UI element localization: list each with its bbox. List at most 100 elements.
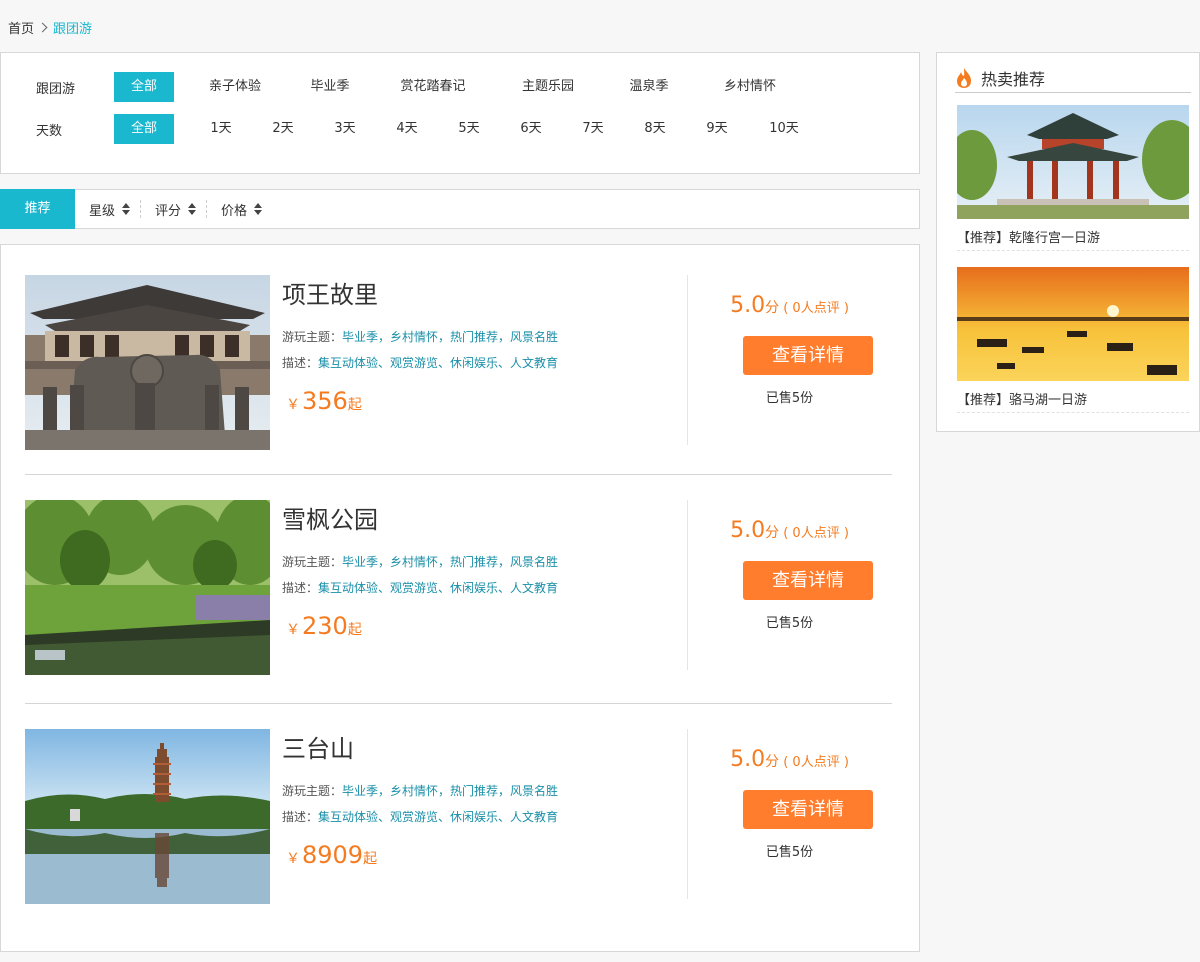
- sort-arrows-icon: [188, 202, 197, 216]
- product-title[interactable]: 项王故里: [282, 275, 378, 310]
- filter-type-option[interactable]: 乡村情怀: [704, 72, 796, 102]
- sidebar-title: 热卖推荐: [981, 69, 1046, 89]
- view-details-button[interactable]: 查看详情: [743, 790, 873, 829]
- product-score: 5.0分 ( 0人点评 ): [687, 293, 892, 318]
- product-theme: 游玩主题：毕业季，乡村情怀，热门推荐，风景名胜: [282, 782, 558, 799]
- desc-value: 集互动体验、观赏游览、休闲娱乐、人文教育: [318, 581, 559, 595]
- score-value: 5.0: [730, 747, 766, 772]
- product-desc: 描述：集互动体验、观赏游览、休闲娱乐、人文教育: [282, 579, 558, 596]
- theme-label: 游玩主题：: [282, 784, 343, 798]
- score-unit: 分: [765, 754, 780, 770]
- filter-type-option[interactable]: 主题乐园: [502, 72, 594, 102]
- hot-recommend-sidebar: 热卖推荐 【推荐】乾隆行宫一日游 【推荐】骆马湖一日游: [936, 52, 1200, 432]
- desc-label: 描述：: [282, 356, 319, 370]
- desc-label: 描述：: [282, 810, 319, 824]
- product-title[interactable]: 三台山: [282, 729, 354, 764]
- hot-item-image[interactable]: [957, 267, 1189, 381]
- filter-row-days: 天数 全部 1天 2天 3天 4天 5天 6天 7天 8天 9天 10天: [1, 114, 804, 144]
- breadcrumb-current[interactable]: 跟团游: [53, 18, 92, 37]
- product-desc: 描述：集互动体验、观赏游览、休闲娱乐、人文教育: [282, 354, 558, 371]
- desc-value: 集互动体验、观赏游览、休闲娱乐、人文教育: [318, 356, 559, 370]
- product-title[interactable]: 雪枫公园: [282, 500, 378, 535]
- filter-label-type: 跟团游: [36, 81, 76, 97]
- filter-days-option[interactable]: 10天: [764, 114, 804, 144]
- review-count: ( 0人点评 ): [783, 755, 849, 770]
- sort-rating-button[interactable]: 评分: [141, 200, 208, 219]
- theme-label: 游玩主题：: [282, 555, 343, 569]
- hot-item[interactable]: 【推荐】骆马湖一日游: [957, 267, 1189, 413]
- score-value: 5.0: [730, 293, 766, 318]
- product-price: ￥ 8909 起: [286, 841, 377, 869]
- sort-arrows-icon: [254, 202, 263, 216]
- filter-days-option[interactable]: 3天: [298, 114, 392, 144]
- filter-days-option[interactable]: 4天: [392, 114, 422, 144]
- hot-item[interactable]: 【推荐】乾隆行宫一日游: [957, 105, 1189, 251]
- view-details-button[interactable]: 查看详情: [743, 561, 873, 600]
- breadcrumb-home-link[interactable]: 首页: [8, 18, 34, 37]
- filter-label-days: 天数: [36, 123, 63, 139]
- hot-item-caption[interactable]: 【推荐】乾隆行宫一日游: [957, 227, 1189, 251]
- breadcrumb: 首页 跟团游: [8, 18, 92, 37]
- product-image-santaishan[interactable]: [25, 729, 270, 904]
- theme-value: 毕业季，乡村情怀，热门推荐，风景名胜: [342, 330, 559, 344]
- score-unit: 分: [765, 300, 780, 316]
- price-currency: ￥: [286, 851, 300, 867]
- sort-bar: 推荐 星级 评分 价格: [0, 188, 920, 229]
- theme-label: 游玩主题：: [282, 330, 343, 344]
- review-count: ( 0人点评 ): [783, 301, 849, 316]
- price-currency: ￥: [286, 622, 300, 638]
- sold-count: 已售5份: [765, 391, 814, 406]
- sold-count: 已售5份: [765, 616, 814, 631]
- product-item: 三台山 游玩主题：毕业季，乡村情怀，热门推荐，风景名胜 描述：集互动体验、观赏游…: [25, 729, 892, 905]
- chevron-right-icon: [37, 22, 48, 32]
- filter-days-option[interactable]: 9天: [670, 114, 764, 144]
- filter-type-option[interactable]: 毕业季: [296, 72, 364, 102]
- filter-days-option[interactable]: 2天: [268, 114, 298, 144]
- score-unit: 分: [765, 525, 780, 541]
- filter-panel: 跟团游 全部 亲子体验 毕业季 赏花踏春记 主题乐园 温泉季 乡村情怀 天数 全…: [0, 52, 920, 174]
- product-image-xuefeng[interactable]: [25, 500, 270, 675]
- product-score: 5.0分 ( 0人点评 ): [687, 518, 892, 543]
- product-theme: 游玩主题：毕业季，乡村情怀，热门推荐，风景名胜: [282, 328, 558, 345]
- theme-value: 毕业季，乡村情怀，热门推荐，风景名胜: [342, 784, 559, 798]
- sold-count: 已售5份: [765, 845, 814, 860]
- score-value: 5.0: [730, 518, 766, 543]
- sort-arrows-icon: [122, 202, 131, 216]
- hot-item-caption[interactable]: 【推荐】骆马湖一日游: [957, 389, 1189, 413]
- view-details-button[interactable]: 查看详情: [743, 336, 873, 375]
- product-image-xiangwang[interactable]: [25, 275, 270, 450]
- price-value: 230: [302, 612, 348, 640]
- product-score: 5.0分 ( 0人点评 ): [687, 747, 892, 772]
- price-suffix: 起: [347, 622, 362, 638]
- filter-type-all[interactable]: 全部: [114, 72, 174, 102]
- filter-days-option[interactable]: 1天: [174, 114, 268, 144]
- desc-value: 集互动体验、观赏游览、休闲娱乐、人文教育: [318, 810, 559, 824]
- filter-days-option[interactable]: 6天: [516, 114, 546, 144]
- hot-item-image[interactable]: [957, 105, 1189, 219]
- filter-row-type: 跟团游 全部 亲子体验 毕业季 赏花踏春记 主题乐园 温泉季 乡村情怀: [1, 72, 796, 102]
- price-suffix: 起: [347, 397, 362, 413]
- product-item: 项王故里 游玩主题：毕业季，乡村情怀，热门推荐，风景名胜 描述：集互动体验、观赏…: [25, 275, 892, 475]
- sort-price-label: 价格: [221, 203, 248, 219]
- price-currency: ￥: [286, 397, 300, 413]
- price-value: 356: [302, 387, 348, 415]
- filter-days-option[interactable]: 8天: [640, 114, 670, 144]
- filter-days-option[interactable]: 5天: [422, 114, 516, 144]
- review-count: ( 0人点评 ): [783, 526, 849, 541]
- sort-star-label: 星级: [89, 203, 116, 219]
- filter-days-all[interactable]: 全部: [114, 114, 174, 144]
- product-price: ￥ 230 起: [286, 612, 362, 640]
- product-desc: 描述：集互动体验、观赏游览、休闲娱乐、人文教育: [282, 808, 558, 825]
- sort-rating-label: 评分: [155, 203, 182, 219]
- filter-type-option[interactable]: 亲子体验: [174, 72, 296, 102]
- product-price: ￥ 356 起: [286, 387, 362, 415]
- product-list: 项王故里 游玩主题：毕业季，乡村情怀，热门推荐，风景名胜 描述：集互动体验、观赏…: [0, 244, 920, 952]
- sort-recommend-tab[interactable]: 推荐: [0, 188, 75, 229]
- price-value: 8909: [302, 841, 364, 869]
- filter-type-option[interactable]: 温泉季: [594, 72, 704, 102]
- sort-star-button[interactable]: 星级: [75, 200, 142, 219]
- filter-type-option[interactable]: 赏花踏春记: [364, 72, 502, 102]
- price-suffix: 起: [363, 851, 378, 867]
- sort-price-button[interactable]: 价格: [207, 200, 272, 219]
- filter-days-option[interactable]: 7天: [546, 114, 640, 144]
